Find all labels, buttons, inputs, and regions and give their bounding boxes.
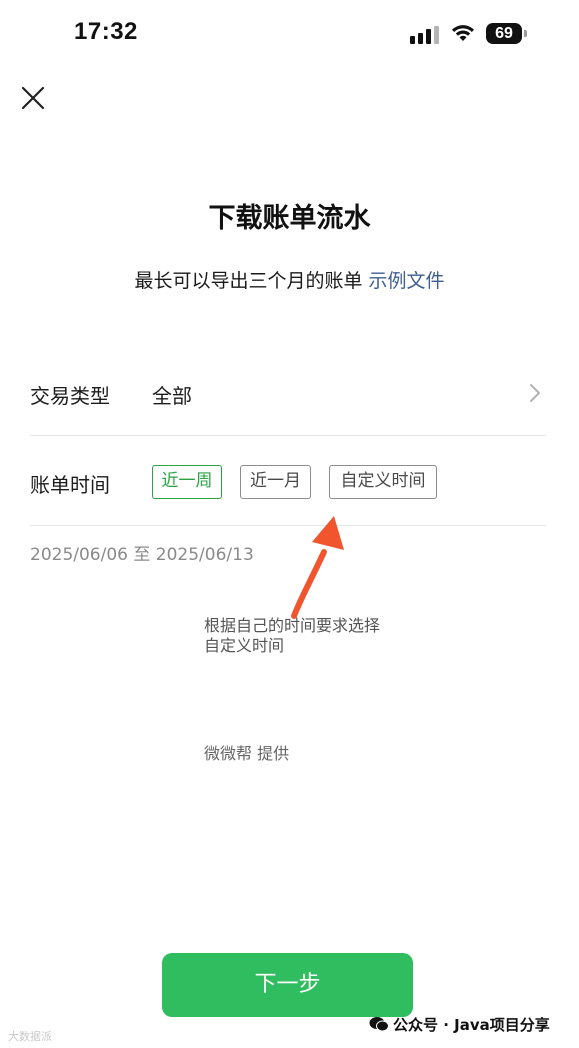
annotation-line-1: 根据自己的时间要求选择 bbox=[204, 616, 381, 635]
page-title: 下载账单流水 bbox=[208, 203, 371, 234]
transaction-type-label: 交易类型 bbox=[30, 384, 110, 408]
close-icon[interactable] bbox=[21, 86, 45, 110]
date-range-text: 2025/06/06 至 2025/06/13 bbox=[30, 545, 254, 565]
next-step-button[interactable]: 下一步 bbox=[162, 953, 413, 1017]
battery-cap bbox=[524, 30, 527, 37]
watermark-label: 公众号 · Java项目分享 bbox=[393, 1016, 550, 1034]
annotation-line-2: 自定义时间 bbox=[204, 636, 285, 655]
provider-text: 微微帮 提供 bbox=[204, 744, 290, 763]
annotation-arrow-icon bbox=[291, 516, 344, 619]
bill-time-label: 账单时间 bbox=[30, 473, 110, 497]
option-last-month[interactable]: 近一月 bbox=[240, 465, 311, 499]
transaction-type-value[interactable]: 全部 bbox=[152, 380, 192, 409]
wifi-icon bbox=[452, 25, 474, 41]
battery-indicator: 69 bbox=[486, 23, 522, 44]
chevron-right-icon[interactable] bbox=[528, 382, 542, 404]
status-time: 17:32 bbox=[74, 18, 138, 45]
annotation-text: 根据自己的时间要求选择 自定义时间 bbox=[204, 616, 380, 656]
watermark-text: 公众号 · Java项目分享 bbox=[369, 1014, 550, 1035]
sample-file-link[interactable]: 示例文件 bbox=[369, 270, 445, 292]
divider bbox=[30, 435, 546, 436]
wechat-icon bbox=[369, 1017, 389, 1032]
option-last-week[interactable]: 近一周 bbox=[152, 465, 222, 499]
subtitle-text: 最长可以导出三个月的账单 bbox=[134, 270, 363, 292]
cellular-signal-icon bbox=[410, 26, 439, 44]
option-custom-time[interactable]: 自定义时间 bbox=[329, 465, 437, 499]
page-subtitle: 最长可以导出三个月的账单 示例文件 bbox=[0, 266, 579, 293]
watermark-left: 大数据派 bbox=[8, 1030, 52, 1043]
